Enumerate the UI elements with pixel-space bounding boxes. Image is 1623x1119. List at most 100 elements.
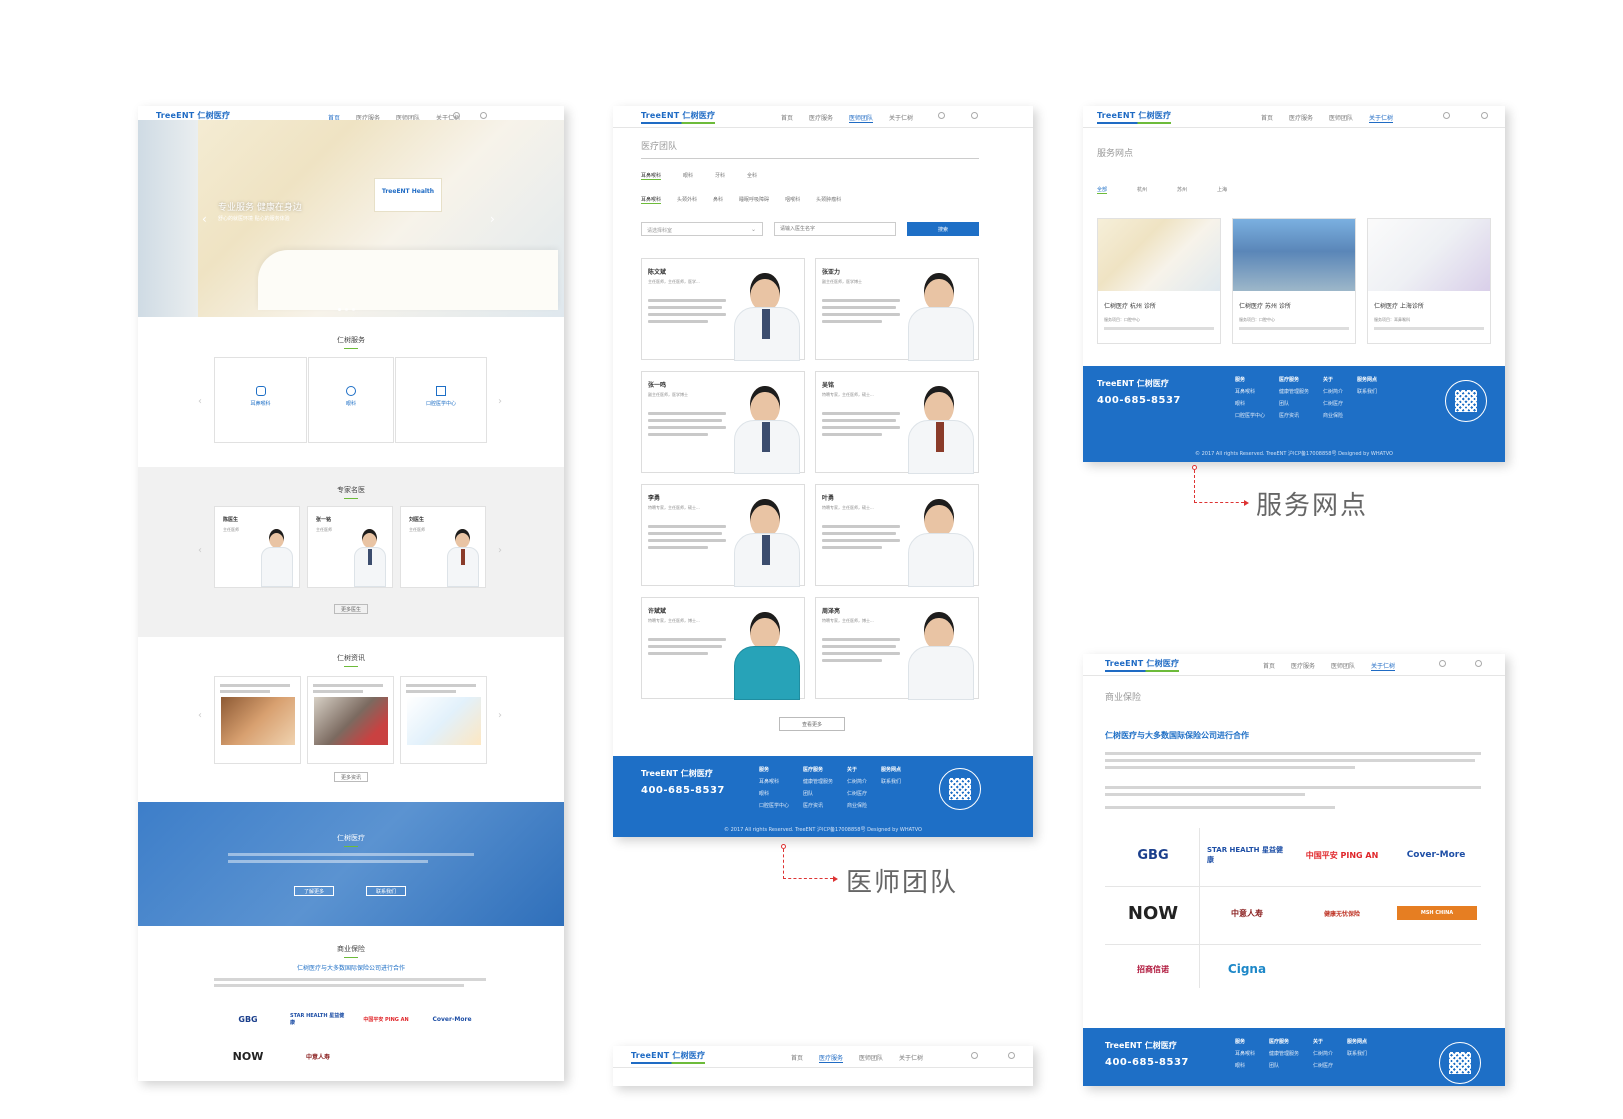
footer-link[interactable]: 耳鼻喉科 — [759, 778, 789, 785]
footer-link[interactable]: 口腔医学中心 — [759, 802, 789, 809]
tab-hangzhou[interactable]: 杭州 — [1137, 186, 1147, 194]
search-icon[interactable] — [1439, 660, 1446, 667]
hero-dot[interactable] — [352, 308, 355, 311]
doctor-card[interactable]: 张亚力 副主任医师，医学博士 — [815, 258, 979, 361]
footer-link[interactable]: 仁树医疗 — [1313, 1062, 1333, 1069]
language-icon[interactable] — [971, 112, 978, 119]
subtab-item[interactable]: 咽喉科 — [785, 196, 800, 204]
menu-team[interactable]: 医师团队 — [1329, 113, 1353, 123]
subtab-item[interactable]: 睡眠呼吸障碍 — [739, 196, 769, 204]
search-icon[interactable] — [938, 112, 945, 119]
menu-about[interactable]: 关于仁树 — [899, 1053, 923, 1063]
subtab-item[interactable]: 鼻科 — [713, 196, 723, 204]
menu-team[interactable]: 医师团队 — [859, 1053, 883, 1063]
footer-link[interactable]: 服务网点 — [881, 766, 901, 773]
menu-about[interactable]: 关于仁树 — [1369, 113, 1394, 123]
footer-link[interactable]: 联系我们 — [1347, 1050, 1367, 1057]
footer-link[interactable]: 耳鼻喉科 — [1235, 388, 1265, 395]
footer-link[interactable]: 联系我们 — [1357, 388, 1377, 395]
footer-link[interactable]: 医疗资讯 — [803, 802, 833, 809]
outlet-card[interactable]: 仁树医疗 苏州 诊所 服务项目：口腔中心 — [1232, 218, 1356, 344]
footer-link[interactable]: 仁树简介 — [1323, 388, 1343, 395]
footer-link[interactable]: 仁树简介 — [1313, 1050, 1333, 1057]
footer-link[interactable]: 医疗服务 — [1279, 376, 1309, 383]
language-icon[interactable] — [480, 112, 487, 119]
brand-logo[interactable]: TreeENT 仁树医疗 — [641, 110, 716, 124]
expert-card[interactable]: 陈医生 主任医师 — [214, 506, 300, 588]
menu-team[interactable]: 医师团队 — [1331, 661, 1355, 671]
footer-link[interactable]: 眼科 — [1235, 1062, 1255, 1069]
news-card[interactable] — [400, 676, 487, 764]
language-icon[interactable] — [1481, 112, 1488, 119]
footer-link[interactable]: 服务网点 — [1347, 1038, 1367, 1045]
doctor-card[interactable]: 张一鸣 副主任医师，医学博士 — [641, 371, 805, 474]
menu-service[interactable]: 医疗服务 — [819, 1053, 844, 1063]
tab-general[interactable]: 全科 — [747, 172, 757, 180]
footer-link[interactable]: 联系我们 — [881, 778, 901, 785]
tab-ent[interactable]: 耳鼻喉科 — [641, 172, 662, 180]
footer-link[interactable]: 医疗服务 — [1269, 1038, 1299, 1045]
news-card[interactable] — [214, 676, 301, 764]
service-card[interactable]: 眼科 — [308, 357, 394, 443]
footer-link[interactable]: 耳鼻喉科 — [1235, 1050, 1255, 1057]
subtab-item[interactable]: 头颈外科 — [677, 196, 697, 204]
news-prev-arrow[interactable]: ‹ — [198, 710, 202, 721]
hero-next-arrow[interactable]: › — [490, 212, 495, 226]
news-card[interactable] — [307, 676, 394, 764]
doctor-card[interactable]: 周泽亮 特聘专家，主任医师，博士... — [815, 597, 979, 700]
service-card[interactable]: 耳鼻喉科 — [214, 357, 307, 443]
doctor-card[interactable]: 陈文斌 主任医师，主任医师，医学... — [641, 258, 805, 361]
services-prev-arrow[interactable]: ‹ — [198, 396, 202, 407]
search-icon[interactable] — [1443, 112, 1450, 119]
doctor-card[interactable]: 许斌斌 特聘专家，主任医师，博士... — [641, 597, 805, 700]
footer-link[interactable]: 服务 — [1235, 376, 1265, 383]
outlet-card[interactable]: 仁树医疗 杭州 诊所 服务项目：口腔中心 — [1097, 218, 1221, 344]
footer-link[interactable]: 医疗服务 — [803, 766, 833, 773]
experts-prev-arrow[interactable]: ‹ — [198, 545, 202, 556]
search-button[interactable]: 搜索 — [907, 222, 979, 236]
learn-more-button[interactable]: 了解更多 — [294, 886, 334, 896]
menu-service[interactable]: 医疗服务 — [809, 113, 833, 123]
expert-card[interactable]: 张一铭 主任医师 — [307, 506, 393, 588]
footer-link[interactable]: 商业保险 — [847, 802, 867, 809]
menu-home[interactable]: 首页 — [1261, 113, 1273, 123]
footer-link[interactable]: 仁树简介 — [847, 778, 867, 785]
menu-about[interactable]: 关于仁树 — [1371, 661, 1396, 671]
subtab-item[interactable]: 头颈肿瘤科 — [816, 196, 841, 204]
footer-link[interactable]: 健康管理服务 — [1269, 1050, 1299, 1057]
brand-logo[interactable]: TreeENT 仁树医疗 — [1105, 658, 1180, 672]
more-news-button[interactable]: 更多资讯 — [334, 772, 368, 782]
footer-link[interactable]: 健康管理服务 — [803, 778, 833, 785]
brand-logo[interactable]: TreeENT 仁树医疗 — [1097, 110, 1172, 124]
doctor-card[interactable]: 吴铭 特聘专家，主任医师，硕士... — [815, 371, 979, 474]
hero-dot[interactable] — [338, 308, 341, 311]
footer-link[interactable]: 商业保险 — [1323, 412, 1343, 419]
doctor-search-input[interactable] — [774, 222, 896, 236]
view-more-button[interactable]: 查看更多 — [779, 717, 845, 731]
footer-link[interactable]: 团队 — [1279, 400, 1309, 407]
hero-dot[interactable] — [345, 308, 348, 311]
tab-all[interactable]: 全部 — [1097, 186, 1108, 194]
footer-link[interactable]: 仁树医疗 — [847, 790, 867, 797]
footer-link[interactable]: 健康管理服务 — [1279, 388, 1309, 395]
footer-link[interactable]: 关于 — [847, 766, 867, 773]
footer-link[interactable]: 团队 — [803, 790, 833, 797]
news-next-arrow[interactable]: › — [498, 710, 502, 721]
language-icon[interactable] — [1008, 1052, 1015, 1059]
menu-service[interactable]: 医疗服务 — [1291, 661, 1315, 671]
outlet-card[interactable]: 仁树医疗 上海诊所 服务项目：耳鼻喉科 — [1367, 218, 1491, 344]
brand-logo[interactable]: TreeENT 仁树医疗 — [631, 1050, 706, 1064]
language-icon[interactable] — [1475, 660, 1482, 667]
contact-button[interactable]: 联系我们 — [366, 886, 406, 896]
expert-card[interactable]: 刘医生 主任医师 — [400, 506, 486, 588]
tab-dental[interactable]: 牙科 — [715, 172, 725, 180]
menu-service[interactable]: 医疗服务 — [1289, 113, 1313, 123]
footer-link[interactable]: 服务网点 — [1357, 376, 1377, 383]
footer-link[interactable]: 服务 — [759, 766, 789, 773]
footer-link[interactable]: 眼科 — [759, 790, 789, 797]
footer-link[interactable]: 仁树医疗 — [1323, 400, 1343, 407]
service-card[interactable]: 口腔医学中心 — [395, 357, 487, 443]
subtab-item[interactable]: 耳鼻喉科 — [641, 196, 662, 204]
footer-link[interactable]: 关于 — [1313, 1038, 1333, 1045]
search-icon[interactable] — [453, 112, 460, 119]
